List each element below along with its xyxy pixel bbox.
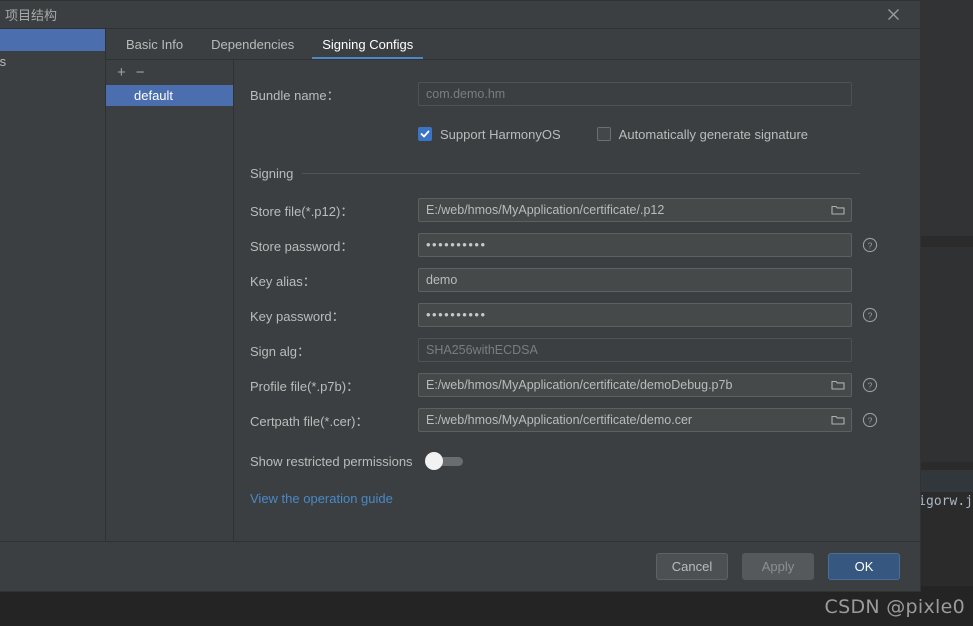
bundle-name-row: Bundle name： com.demo.hm [234, 82, 920, 106]
store-password-field-wrap: •••••••••• [418, 233, 852, 257]
group-divider [302, 173, 860, 174]
profile-file-label: Profile file(*.p7b)： [250, 378, 360, 394]
store-password-label: Store password： [250, 238, 354, 254]
add-config-button[interactable]: + [117, 65, 126, 80]
key-password-label: Key password： [250, 308, 345, 324]
dialog-titlebar: 项目结构 [0, 1, 920, 28]
key-alias-row: Key alias： demo [234, 268, 920, 292]
signing-form: Bundle name： com.demo.hm Support Harmony… [234, 60, 920, 541]
project-structure-dialog: 项目结构 Project Modules Basic Info [0, 0, 921, 592]
remove-config-button[interactable]: − [136, 65, 145, 80]
certpath-file-input[interactable]: E:/web/hmos/MyApplication/certificate/de… [418, 408, 852, 432]
config-list-item-label: default [134, 88, 174, 103]
sign-alg-label: Sign alg： [250, 343, 310, 359]
operation-guide-link[interactable]: View the operation guide [234, 491, 393, 506]
checkbox-row: Support HarmonyOS Automatically generate… [234, 124, 920, 144]
certpath-file-field-wrap: E:/web/hmos/MyApplication/certificate/de… [418, 408, 852, 432]
store-password-input[interactable]: •••••••••• [418, 233, 852, 257]
sidebar-item-label: Modules [0, 54, 7, 69]
key-password-row: Key password： •••••••••• ? [234, 303, 920, 327]
signing-group-title: Signing [250, 166, 294, 181]
watermark: CSDN @pixle0 [824, 596, 965, 618]
show-restricted-permissions-row: Show restricted permissions [234, 450, 920, 472]
tab-basic-info[interactable]: Basic Info [112, 29, 197, 59]
ide-code-text: igorw.j [918, 494, 973, 509]
sign-alg-input[interactable]: SHA256withECDSA [418, 338, 852, 362]
bundle-name-field-wrap: com.demo.hm [418, 82, 852, 106]
svg-text:?: ? [868, 310, 873, 320]
help-icon[interactable]: ? [862, 412, 878, 428]
folder-icon[interactable] [830, 412, 846, 428]
ide-editor-region-2 [921, 247, 973, 462]
profile-file-input[interactable]: E:/web/hmos/MyApplication/certificate/de… [418, 373, 852, 397]
signing-config-list-pane: + − default [106, 60, 234, 541]
help-icon[interactable]: ? [862, 307, 878, 323]
profile-file-row: Profile file(*.p7b)： E:/web/hmos/MyAppli… [234, 373, 920, 397]
svg-text:?: ? [868, 415, 873, 425]
key-password-field-wrap: •••••••••• [418, 303, 852, 327]
svg-text:?: ? [868, 240, 873, 250]
tab-label: Signing Configs [322, 36, 414, 52]
ok-button[interactable]: OK [828, 553, 900, 580]
certpath-file-row: Certpath file(*.cer)： E:/web/hmos/MyAppl… [234, 408, 920, 432]
bundle-name-input[interactable]: com.demo.hm [418, 82, 852, 106]
checkbox-checked-icon [418, 127, 432, 141]
dialog-content: Basic Info Dependencies Signing Configs … [106, 29, 920, 541]
tab-dependencies[interactable]: Dependencies [197, 29, 308, 59]
signing-group-header: Signing [234, 166, 920, 181]
ide-editor-highlight [921, 470, 973, 492]
config-list-toolbar: + − [106, 60, 233, 85]
auto-generate-signature-label: Automatically generate signature [618, 126, 809, 142]
close-icon[interactable] [876, 1, 910, 27]
store-file-input[interactable]: E:/web/hmos/MyApplication/certificate/.p… [418, 198, 852, 222]
operation-guide-link-wrap: View the operation guide [234, 490, 920, 508]
show-restricted-permissions-toggle[interactable] [424, 451, 463, 470]
key-alias-input[interactable]: demo [418, 268, 852, 292]
folder-icon[interactable] [830, 202, 846, 218]
help-icon[interactable]: ? [862, 377, 878, 393]
show-restricted-permissions-label: Show restricted permissions [250, 453, 413, 469]
folder-icon[interactable] [830, 377, 846, 393]
checkbox-unchecked-icon [596, 127, 611, 141]
tab-bar: Basic Info Dependencies Signing Configs [106, 29, 920, 60]
sign-alg-field-wrap: SHA256withECDSA [418, 338, 852, 362]
auto-generate-signature-checkbox[interactable]: Automatically generate signature [596, 126, 809, 142]
tab-label: Dependencies [211, 36, 295, 52]
apply-button[interactable]: Apply [742, 553, 814, 580]
sidebar-item-project[interactable]: Project [0, 29, 105, 51]
store-file-label: Store file(*.p12)： [250, 203, 354, 219]
key-alias-field-wrap: demo [418, 268, 852, 292]
dialog-footer: Cancel Apply OK [0, 541, 920, 591]
certpath-file-label: Certpath file(*.cer)： [250, 413, 369, 429]
tab-signing-configs[interactable]: Signing Configs [308, 29, 427, 59]
config-list-item-default[interactable]: default [106, 85, 233, 106]
key-password-input[interactable]: •••••••••• [418, 303, 852, 327]
help-icon[interactable]: ? [862, 237, 878, 253]
store-file-field-wrap: E:/web/hmos/MyApplication/certificate/.p… [418, 198, 852, 222]
svg-text:?: ? [868, 380, 873, 390]
support-harmonyos-checkbox[interactable]: Support HarmonyOS [418, 127, 561, 142]
panes: + − default Bundle name： com.demo.hm Sup… [106, 60, 920, 541]
ide-editor-region [921, 0, 973, 236]
tab-label: Basic Info [126, 36, 184, 52]
key-alias-label: Key alias： [250, 273, 316, 289]
bundle-name-label: Bundle name： [250, 87, 340, 103]
sign-alg-row: Sign alg： SHA256withECDSA [234, 338, 920, 362]
support-harmonyos-label: Support HarmonyOS [440, 126, 561, 142]
sidebar-item-modules[interactable]: Modules [0, 51, 105, 73]
store-file-row: Store file(*.p12)： E:/web/hmos/MyApplica… [234, 198, 920, 222]
profile-file-field-wrap: E:/web/hmos/MyApplication/certificate/de… [418, 373, 852, 397]
store-password-row: Store password： •••••••••• ? [234, 233, 920, 257]
cancel-button[interactable]: Cancel [656, 553, 728, 580]
dialog-sidebar: Project Modules [0, 29, 106, 541]
dialog-body: Project Modules Basic Info Dependencies … [0, 28, 920, 541]
dialog-title: 项目结构 [5, 8, 58, 23]
